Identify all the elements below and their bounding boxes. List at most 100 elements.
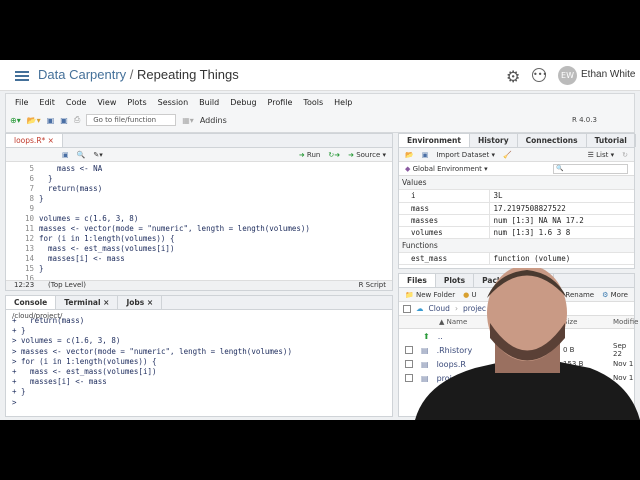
view-mode-menu[interactable]: ☰ List ▾ — [588, 151, 615, 159]
line-number: 9 — [29, 204, 34, 213]
var-value: num [1:3] NA NA 17.2 — [488, 214, 634, 227]
env-row[interactable]: volumes num [1:3] 1.6 3 8 — [399, 226, 634, 239]
menu-debug[interactable]: Debug — [230, 98, 256, 107]
environment-selector[interactable]: ◆ Global Environment ▾ — [405, 165, 488, 173]
save-icon[interactable]: ▣ — [47, 116, 55, 125]
breadcrumb: Data Carpentry / Repeating Things — [38, 67, 239, 82]
print-icon[interactable]: ⎙ — [74, 115, 80, 125]
breadcrumb-separator: / — [129, 67, 134, 82]
menu-tools[interactable]: Tools — [303, 98, 323, 107]
save-icon[interactable]: ▣ — [62, 151, 69, 159]
video-letterbox-top — [0, 0, 640, 60]
tab-jobs[interactable]: Jobs × — [118, 296, 163, 309]
code-line: return(mass) — [39, 184, 103, 193]
var-value: num [1:3] 1.6 3 8 — [488, 226, 634, 239]
file-checkbox[interactable] — [405, 374, 413, 382]
code-line: mass <- est_mass(volumes[i]) — [39, 244, 175, 253]
import-dataset-button[interactable]: Import Dataset ▾ — [436, 151, 495, 159]
env-row[interactable]: est_mass function (volume) — [399, 252, 634, 265]
line-number: 7 — [29, 184, 34, 193]
env-search-input[interactable]: 🔍 — [553, 163, 628, 174]
console-line: + masses[i] <- mass — [12, 377, 107, 387]
new-file-icon[interactable]: ⊕▾ — [10, 116, 21, 125]
line-number: 11 — [24, 224, 34, 233]
hamburger-menu-icon[interactable] — [15, 71, 29, 81]
scope-selector[interactable]: (Top Level) — [48, 281, 86, 289]
file-checkbox[interactable] — [405, 346, 413, 354]
functions-table: est_mass function (volume) — [399, 252, 634, 265]
avatar[interactable]: EW — [558, 66, 577, 85]
line-number: 10 — [24, 214, 34, 223]
env-row[interactable]: masses num [1:3] NA NA 17.2 — [399, 214, 634, 227]
project-title: Repeating Things — [137, 67, 239, 82]
menu-plots[interactable]: Plots — [127, 98, 146, 107]
values-header: Values — [399, 176, 634, 190]
line-number: 8 — [29, 194, 34, 203]
menu-file[interactable]: File — [15, 98, 28, 107]
code-editor[interactable]: 5 mass <- NA 6 } 7 return(mass) 8} 9 10 volume… — [6, 162, 392, 283]
values-table: i 3L mass 17.2197508827522 masses num [1:3] N… — [399, 190, 634, 239]
console-line: + } — [12, 326, 26, 336]
tab-console[interactable]: Console — [6, 296, 57, 309]
tab-history[interactable]: History — [470, 134, 518, 147]
gear-icon[interactable]: ⚙ — [506, 67, 520, 86]
code-line: } — [39, 194, 44, 203]
console-line: > — [12, 397, 22, 407]
console-line: + mass <- est_mass(volumes[i]) — [12, 366, 157, 376]
save-icon[interactable]: ▣ — [422, 151, 429, 159]
file-checkbox[interactable] — [405, 360, 413, 368]
broom-icon[interactable]: 🧹 — [503, 151, 512, 159]
menu-edit[interactable]: Edit — [39, 98, 55, 107]
search-icon[interactable]: 🔍 — [77, 151, 86, 159]
load-icon[interactable]: 📂 — [405, 151, 414, 159]
code-line: volumes = c(1.6, 3, 8) — [39, 214, 139, 223]
video-letterbox-bottom — [0, 420, 640, 480]
console-line: > volumes = c(1.6, 3, 8) — [12, 336, 121, 346]
grid-icon[interactable]: ▦▾ — [182, 116, 194, 125]
goto-file-input[interactable]: Go to file/function — [86, 114, 177, 126]
refresh-icon[interactable]: ↻ — [622, 151, 628, 159]
var-name: i — [399, 190, 489, 203]
menu-build[interactable]: Build — [199, 98, 219, 107]
code-line: for (i in 1:length(volumes)) { — [39, 234, 175, 243]
console-line: > masses <- vector(mode = "numeric", len… — [12, 346, 292, 356]
wand-icon[interactable]: ✎▾ — [93, 151, 102, 159]
addins-menu[interactable]: Addins — [200, 116, 227, 125]
source-button[interactable]: ➜ Source ▾ — [348, 151, 386, 159]
env-row[interactable]: i 3L — [399, 190, 634, 203]
rerun-icon[interactable]: ↻➜ — [328, 151, 340, 159]
line-number: 12 — [24, 234, 34, 243]
line-number: 14 — [24, 254, 34, 263]
ellipsis-icon[interactable]: ••• — [532, 68, 547, 82]
line-number: 5 — [29, 164, 34, 173]
tab-terminal[interactable]: Terminal × — [56, 296, 119, 309]
select-all-checkbox[interactable] — [403, 304, 411, 313]
workspace-link[interactable]: Data Carpentry — [38, 67, 126, 82]
func-name: est_mass — [399, 252, 489, 265]
webcam-presenter-video — [415, 268, 640, 420]
menu-code[interactable]: Code — [66, 98, 86, 107]
file-type-selector[interactable]: R Script — [359, 281, 386, 289]
menu-profile[interactable]: Profile — [268, 98, 293, 107]
tab-tutorial[interactable]: Tutorial — [587, 134, 636, 147]
menu-view[interactable]: View — [97, 98, 116, 107]
code-line: masses[i] <- mass — [39, 254, 125, 263]
open-file-icon[interactable]: 📂▾ — [27, 116, 41, 125]
var-name: masses — [399, 214, 489, 227]
run-button[interactable]: ➜ Run — [299, 151, 321, 159]
menu-session[interactable]: Session — [158, 98, 189, 107]
menu-help[interactable]: Help — [334, 98, 352, 107]
var-value: 17.2197508827522 — [488, 202, 634, 215]
console-output[interactable]: + return(mass) + } > volumes = c(1.6, 3, 8… — [6, 316, 392, 408]
environment-pane: Environment History Connections Tutorial… — [398, 133, 636, 269]
user-name[interactable]: Ethan White — [581, 69, 635, 80]
env-row[interactable]: mass 17.2197508827522 — [399, 202, 634, 215]
tab-connections[interactable]: Connections — [518, 134, 587, 147]
functions-header: Functions — [399, 238, 634, 253]
line-number: 6 — [29, 174, 34, 183]
r-version-menu[interactable]: R 4.0.3 — [572, 116, 597, 124]
save-all-icon[interactable]: ▣ — [60, 116, 68, 125]
tab-loops-r[interactable]: loops.R* × — [6, 134, 63, 147]
tab-environment[interactable]: Environment — [399, 134, 470, 147]
cursor-position: 12:23 — [14, 281, 35, 289]
